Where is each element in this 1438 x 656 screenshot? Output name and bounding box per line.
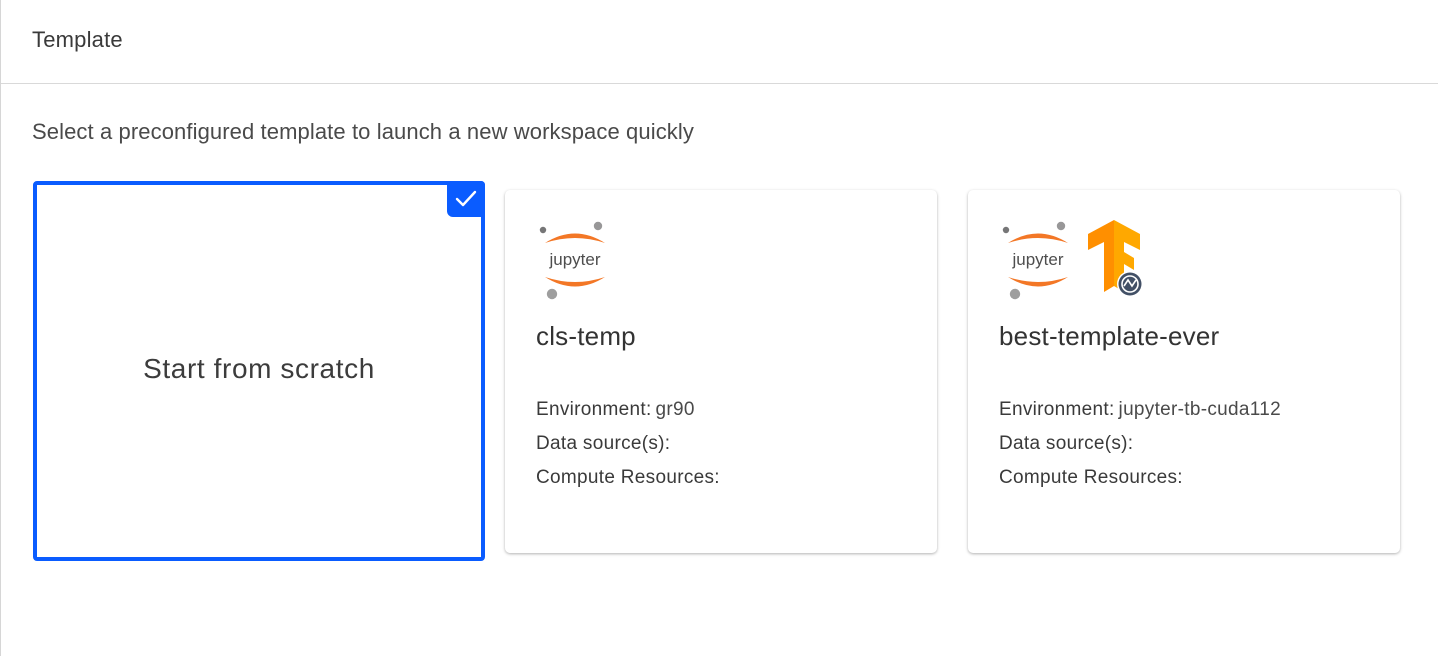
panel-title: Template xyxy=(32,27,123,52)
start-from-scratch-card[interactable]: Start from scratch xyxy=(33,181,485,561)
template-logos: jupyter xyxy=(535,220,615,302)
start-from-scratch-label: Start from scratch xyxy=(143,353,375,384)
jupyter-logo-icon: jupyter xyxy=(539,221,605,300)
template-panel: Template Select a preconfigured template… xyxy=(0,0,1438,656)
template-name: cls-temp xyxy=(536,321,636,351)
compute-resources-label: Compute Resources: xyxy=(999,467,1183,488)
environment-value: gr90 xyxy=(655,399,695,420)
template-card-best-template-ever[interactable]: jupyter best-template-ever Environment: j… xyxy=(968,190,1400,553)
panel-header: Template xyxy=(1,0,1438,84)
compute-resources-label: Compute Resources: xyxy=(536,467,720,488)
data-sources-row: Data source(s): xyxy=(999,427,1281,461)
panel-subtitle: Select a preconfigured template to launc… xyxy=(32,119,694,144)
compute-resources-row: Compute Resources: xyxy=(999,461,1281,495)
check-icon xyxy=(455,190,477,207)
selected-check-badge xyxy=(447,181,485,217)
template-meta: Environment: gr90 Data source(s): Compute… xyxy=(536,393,720,495)
template-card-cls-temp[interactable]: jupyter cls-temp Environment: gr90 Data s… xyxy=(505,190,937,553)
svg-text:jupyter: jupyter xyxy=(1011,250,1063,269)
template-meta: Environment: jupyter-tb-cuda112 Data sour… xyxy=(999,393,1281,495)
compute-resources-row: Compute Resources: xyxy=(536,461,720,495)
template-name: best-template-ever xyxy=(999,321,1220,351)
environment-row: Environment: gr90 xyxy=(536,393,720,427)
template-logos: jupyter xyxy=(998,220,1154,302)
environment-row: Environment: jupyter-tb-cuda112 xyxy=(999,393,1281,427)
data-sources-label: Data source(s): xyxy=(999,433,1134,454)
data-sources-row: Data source(s): xyxy=(536,427,720,461)
environment-value: jupyter-tb-cuda112 xyxy=(1118,399,1281,420)
data-sources-label: Data source(s): xyxy=(536,433,671,454)
jupyter-logo-icon: jupyter xyxy=(1002,221,1068,300)
environment-label: Environment: xyxy=(536,399,652,420)
tensorflow-logo-icon xyxy=(1088,220,1143,297)
svg-text:jupyter: jupyter xyxy=(548,250,600,269)
environment-label: Environment: xyxy=(999,399,1115,420)
